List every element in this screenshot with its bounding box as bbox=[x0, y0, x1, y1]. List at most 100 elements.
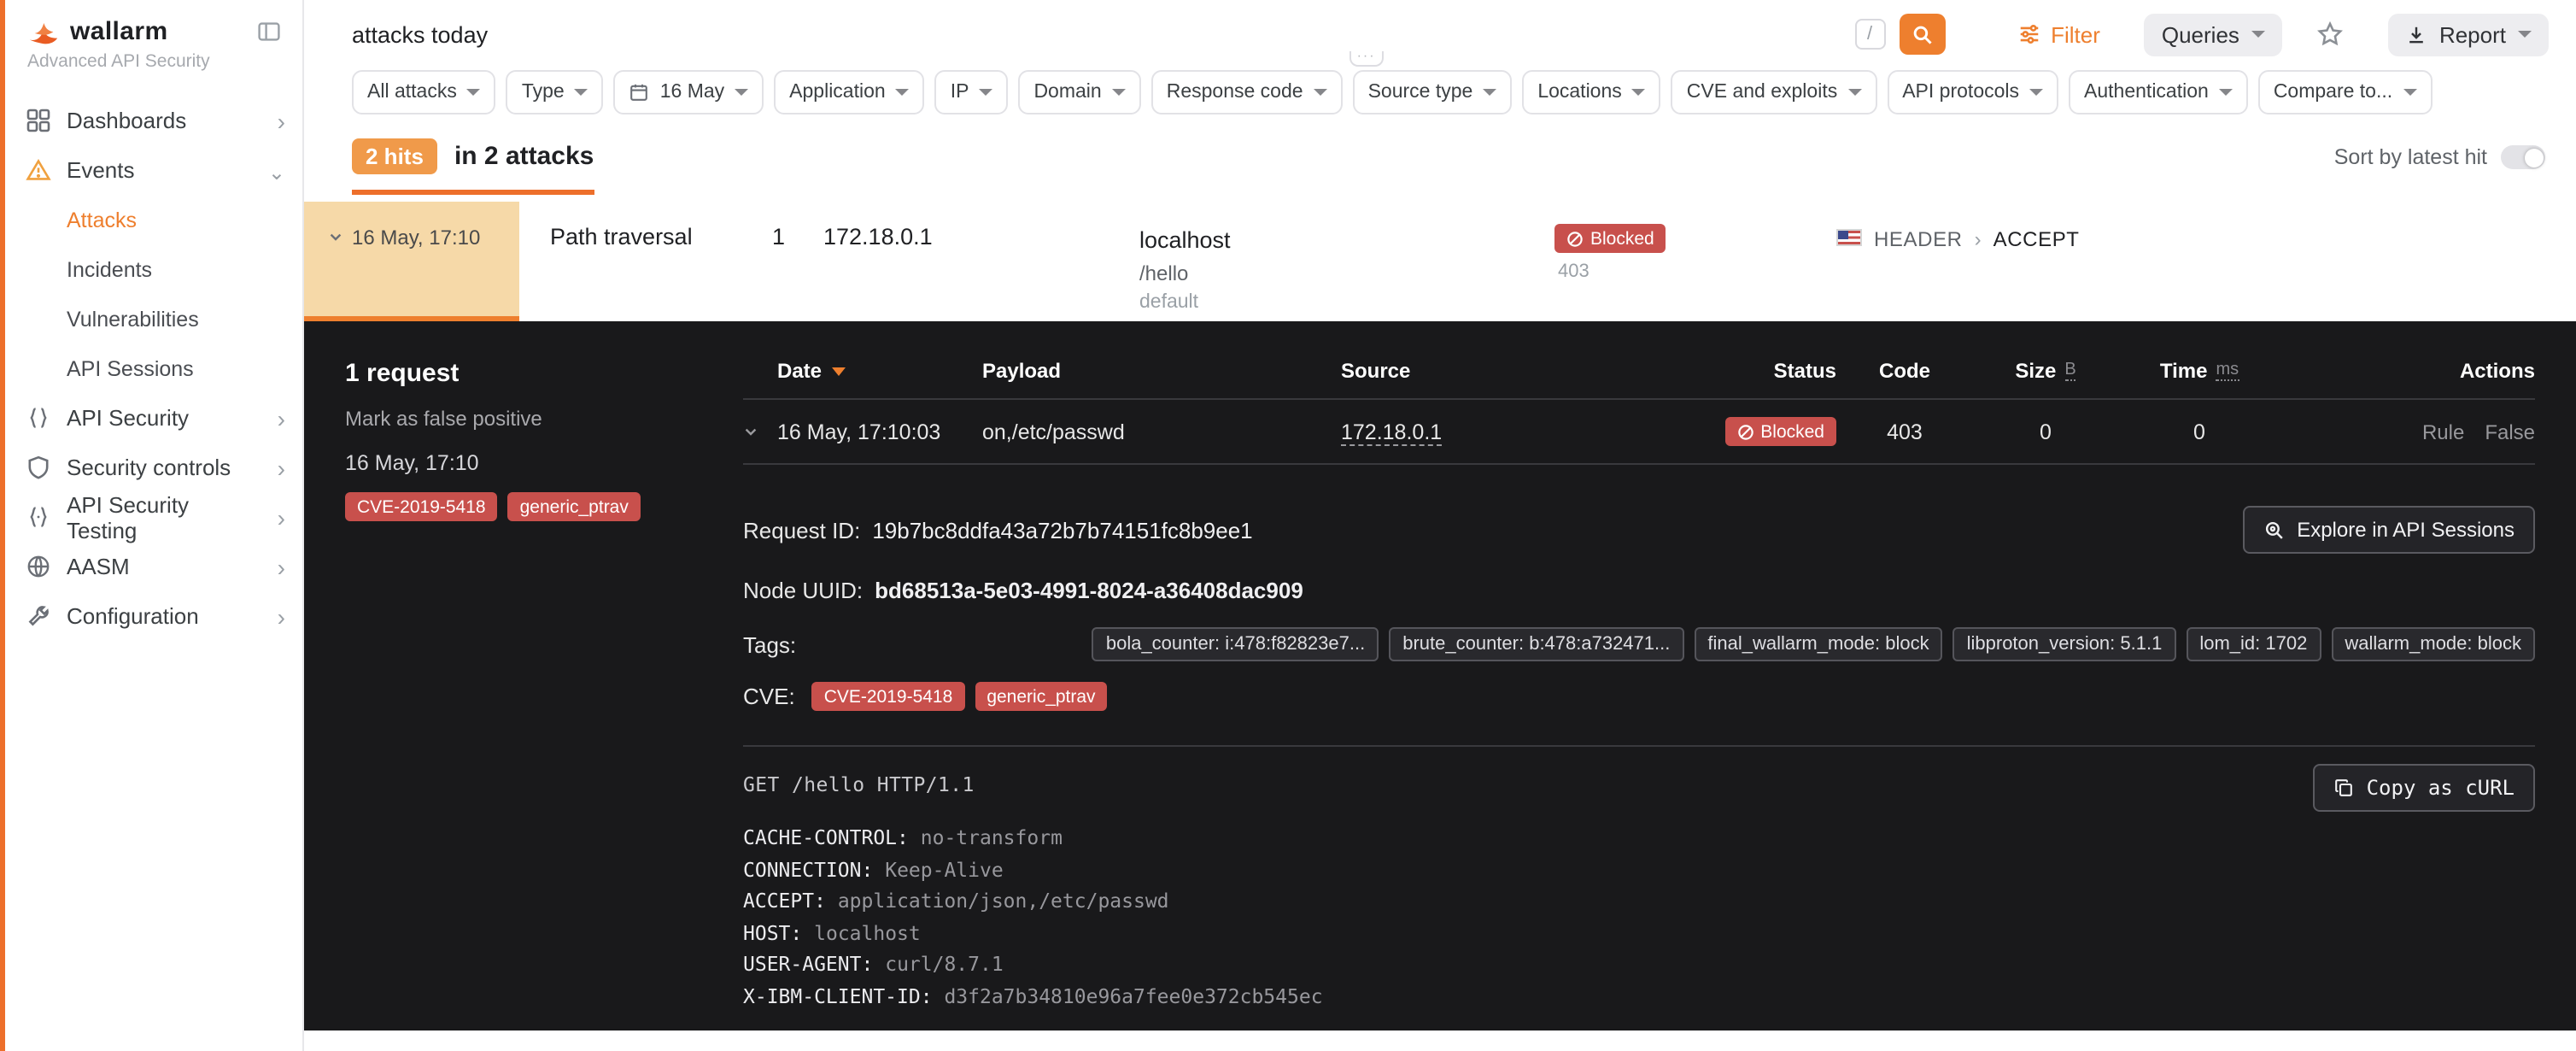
sidebar-item-api-sessions[interactable]: API Sessions bbox=[0, 343, 302, 393]
requests-table-header: Date Payload Source Status Code SizeB Ti… bbox=[743, 345, 2535, 400]
sidebar-item-label: API Security Testing bbox=[67, 491, 262, 543]
api-testing-icon bbox=[26, 504, 51, 530]
filter-bar: All attacks Type 16 May Application IP D… bbox=[304, 67, 2576, 118]
filter-pill-all-attacks[interactable]: All attacks bbox=[352, 70, 496, 114]
chevron-down-icon bbox=[735, 89, 748, 96]
slash-shortcut-hint: / bbox=[1854, 19, 1885, 50]
tag-chip[interactable]: lom_id: 1702 bbox=[2186, 627, 2321, 661]
attack-path: /hello bbox=[1139, 259, 1554, 290]
sort-toggle[interactable] bbox=[2501, 145, 2545, 169]
tag-chip[interactable]: final_wallarm_mode: block bbox=[1694, 627, 1942, 661]
sidebar-nav: Dashboards Events Attacks Incidents Vuln… bbox=[0, 96, 302, 641]
filter-button[interactable]: Filter bbox=[2017, 21, 2100, 47]
request-source-ip[interactable]: 172.18.0.1 bbox=[1341, 420, 1442, 443]
header-label: Code bbox=[1879, 359, 1930, 383]
sidebar-item-aasm[interactable]: AASM bbox=[0, 542, 302, 591]
app-window: wallarm Advanced API Security Dashboards… bbox=[0, 0, 2576, 1051]
star-icon[interactable] bbox=[2316, 21, 2344, 48]
false-action-link[interactable]: False bbox=[2485, 420, 2535, 443]
cve-chip[interactable]: CVE-2019-5418 bbox=[345, 492, 498, 521]
filter-pill-authentication[interactable]: Authentication bbox=[2069, 70, 2248, 114]
sidebar-item-security-controls[interactable]: Security controls bbox=[0, 443, 302, 492]
col-header-status: Status bbox=[1683, 359, 1836, 383]
explore-api-sessions-button[interactable]: Explore in API Sessions bbox=[2242, 506, 2535, 554]
copy-icon bbox=[2334, 778, 2355, 798]
attack-type[interactable]: Path traversal bbox=[550, 202, 772, 321]
header-label: Source bbox=[1341, 359, 1410, 383]
source-link[interactable]: 172.18.0.1 bbox=[1341, 420, 1442, 445]
tag-chip[interactable]: libproton_version: 5.1.1 bbox=[1953, 627, 2176, 661]
api-security-icon bbox=[26, 405, 51, 431]
sidebar-item-dashboards[interactable]: Dashboards bbox=[0, 96, 302, 145]
http-header-name: CONNECTION: bbox=[743, 857, 873, 881]
wrench-icon bbox=[26, 603, 51, 629]
filter-pill-response-code[interactable]: Response code bbox=[1151, 70, 1343, 114]
search-input[interactable] bbox=[352, 21, 1854, 47]
sidebar-item-incidents[interactable]: Incidents bbox=[0, 244, 302, 294]
chevron-right-icon bbox=[278, 109, 285, 132]
attack-source-ip[interactable]: 172.18.0.1 bbox=[823, 202, 1139, 321]
tag-chip[interactable]: wallarm_mode: block bbox=[2331, 627, 2535, 661]
queries-label: Queries bbox=[2162, 21, 2239, 47]
mark-false-positive-link[interactable]: Mark as false positive bbox=[345, 407, 704, 431]
attack-date-cell[interactable]: 16 May, 17:10 bbox=[304, 202, 519, 321]
filter-pill-ip[interactable]: IP bbox=[935, 70, 1009, 114]
chevron-down-icon[interactable] bbox=[743, 424, 777, 439]
search-button[interactable] bbox=[1899, 14, 1945, 55]
attack-row[interactable]: 16 May, 17:10 Path traversal 1 172.18.0.… bbox=[304, 202, 2576, 321]
filter-pill-application[interactable]: Application bbox=[774, 70, 925, 114]
copy-as-curl-button[interactable]: Copy as cURL bbox=[2314, 764, 2535, 812]
request-id-value: 19b7bc8ddfa43a72b7b74151fc8b9ee1 bbox=[872, 517, 1252, 543]
filter-pill-compare-to[interactable]: Compare to... bbox=[2258, 70, 2432, 114]
download-icon bbox=[2405, 23, 2427, 45]
attack-target-cell: localhost /hello default bbox=[1139, 202, 1554, 321]
sidebar-item-configuration[interactable]: Configuration bbox=[0, 591, 302, 641]
attack-application: default bbox=[1139, 290, 1554, 320]
chevron-down-icon bbox=[467, 89, 481, 96]
report-button[interactable]: Report bbox=[2388, 13, 2549, 56]
pill-label: IP bbox=[951, 82, 969, 103]
rule-action-link[interactable]: Rule bbox=[2422, 420, 2464, 443]
cve-chip[interactable]: generic_ptrav bbox=[975, 682, 1107, 711]
filter-pill-type[interactable]: Type bbox=[506, 70, 604, 114]
hits-tab[interactable]: 2 hits in 2 attacks bbox=[352, 138, 594, 195]
request-payload: on,/etc/passwd bbox=[982, 420, 1341, 443]
col-header-date[interactable]: Date bbox=[777, 359, 982, 383]
sort-label: Sort by latest hit bbox=[2334, 145, 2487, 169]
sidebar-item-vulnerabilities[interactable]: Vulnerabilities bbox=[0, 294, 302, 343]
http-header-name: HOST: bbox=[743, 921, 802, 945]
hits-count-badge: 2 hits bbox=[352, 138, 437, 174]
filter-pill-date[interactable]: 16 May bbox=[614, 70, 764, 114]
sidebar-item-events[interactable]: Events bbox=[0, 145, 302, 195]
cve-chip[interactable]: generic_ptrav bbox=[508, 492, 641, 521]
cve-chip[interactable]: CVE-2019-5418 bbox=[812, 682, 965, 711]
filter-pill-locations[interactable]: Locations bbox=[1522, 70, 1660, 114]
tags-row: Tags: bola_counter: i:478:f82823e7... br… bbox=[743, 627, 2535, 661]
pill-label: Response code bbox=[1167, 82, 1303, 103]
pill-label: Application bbox=[789, 82, 886, 103]
tag-chip[interactable]: brute_counter: b:478:a732471... bbox=[1389, 627, 1683, 661]
filter-pill-domain[interactable]: Domain bbox=[1018, 70, 1140, 114]
pill-label: Compare to... bbox=[2274, 82, 2392, 103]
attack-domain[interactable]: localhost bbox=[1139, 224, 1554, 259]
sidebar-item-attacks[interactable]: Attacks bbox=[0, 195, 302, 244]
sidebar-collapse-icon[interactable] bbox=[256, 19, 282, 44]
http-header-name: X-IBM-CLIENT-ID: bbox=[743, 984, 933, 1008]
request-table-row[interactable]: 16 May, 17:10:03 on,/etc/passwd 172.18.0… bbox=[743, 400, 2535, 465]
sidebar-item-api-security[interactable]: API Security bbox=[0, 393, 302, 443]
filterbar-collapse-handle[interactable] bbox=[1349, 51, 1384, 67]
filter-pill-cve-and-exploits[interactable]: CVE and exploits bbox=[1671, 70, 1876, 114]
tag-chip[interactable]: bola_counter: i:478:f82823e7... bbox=[1092, 627, 1379, 661]
queries-button[interactable]: Queries bbox=[2145, 13, 2282, 56]
filter-pill-api-protocols[interactable]: API protocols bbox=[1887, 70, 2058, 114]
point-value: ACCEPT bbox=[1993, 227, 2080, 251]
filter-pill-source-type[interactable]: Source type bbox=[1353, 70, 1513, 114]
sidebar-item-api-security-testing[interactable]: API Security Testing bbox=[0, 492, 302, 542]
http-request-line: GET /hello HTTP/1.1 bbox=[743, 771, 2535, 798]
wallarm-logo-icon bbox=[27, 18, 60, 45]
search-icon bbox=[1911, 23, 1933, 45]
chevron-right-icon bbox=[278, 406, 285, 430]
blocked-icon bbox=[1566, 230, 1584, 247]
cve-row: CVE: CVE-2019-5418 generic_ptrav bbox=[743, 682, 2535, 711]
http-header-line: ACCEPT: application/json,/etc/passwd bbox=[743, 888, 2535, 915]
